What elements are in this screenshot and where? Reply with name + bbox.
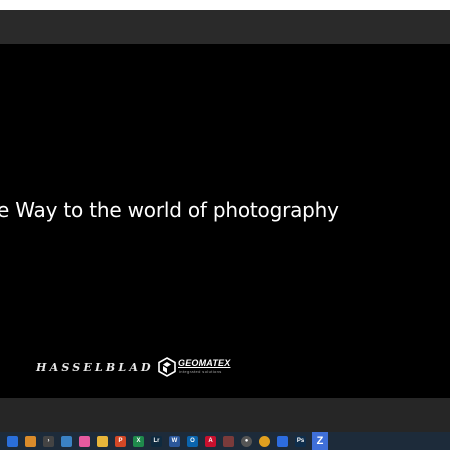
windows-taskbar: › P X Lr W O A ● Ps Z xyxy=(0,432,450,450)
shared-screen: e Way to the world of photography HASSEL… xyxy=(0,44,450,398)
folder-icon[interactable] xyxy=(97,435,108,447)
geomatex-mark-icon xyxy=(158,357,176,377)
geomatex-logo: GEOMATEX integrated solutions xyxy=(158,357,240,379)
start-icon[interactable] xyxy=(7,435,18,447)
geomatex-tagline: integrated solutions xyxy=(179,369,222,374)
record-icon[interactable]: ● xyxy=(241,435,252,447)
app-icon[interactable] xyxy=(223,435,234,447)
window-top-edge xyxy=(0,0,450,10)
chrome-icon[interactable] xyxy=(259,435,270,447)
powerpoint-icon[interactable]: P xyxy=(115,435,126,447)
lightroom-icon[interactable]: Lr xyxy=(151,435,162,447)
geomatex-wordmark: GEOMATEX xyxy=(178,358,231,368)
meeting-bottom-bar xyxy=(0,398,450,432)
acrobat-icon[interactable]: A xyxy=(205,435,216,447)
camera-app-icon[interactable] xyxy=(277,435,288,447)
mail-icon[interactable] xyxy=(61,435,72,447)
calendar-icon[interactable] xyxy=(25,435,36,447)
zoom-icon[interactable]: Z xyxy=(312,432,328,450)
meeting-top-bar xyxy=(0,10,450,44)
hasselblad-logo: HASSELBLAD xyxy=(36,361,154,374)
slide-headline: e Way to the world of photography xyxy=(0,198,339,222)
outlook-icon[interactable]: O xyxy=(187,435,198,447)
photoshop-icon[interactable]: Ps xyxy=(295,435,306,447)
photos-icon[interactable] xyxy=(79,435,90,447)
word-icon[interactable]: W xyxy=(169,435,180,447)
excel-icon[interactable]: X xyxy=(133,435,144,447)
terminal-icon[interactable]: › xyxy=(43,435,54,447)
